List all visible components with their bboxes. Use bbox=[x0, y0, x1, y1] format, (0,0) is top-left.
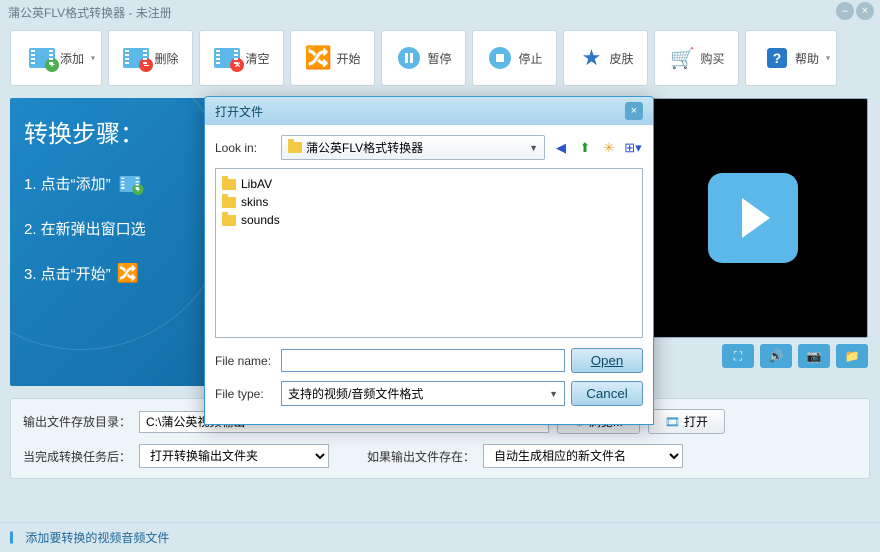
minimize-button[interactable]: – bbox=[836, 2, 854, 20]
pause-icon bbox=[395, 44, 423, 72]
filetype-row: File type: 支持的视频/音频文件格式 ▼ Cancel bbox=[215, 381, 643, 406]
lookin-label: Look in: bbox=[215, 141, 275, 155]
cancel-button[interactable]: Cancel bbox=[571, 381, 643, 406]
file-item[interactable]: sounds bbox=[222, 211, 636, 229]
chevron-down-icon: ▾ bbox=[91, 54, 95, 63]
help-button[interactable]: ? 帮助 ▾ bbox=[745, 30, 837, 86]
file-list[interactable]: LibAV skins sounds bbox=[215, 168, 643, 338]
after-task-select[interactable]: 打开转换输出文件夹 bbox=[139, 444, 329, 468]
file-item[interactable]: LibAV bbox=[222, 175, 636, 193]
pause-label: 暂停 bbox=[427, 50, 451, 67]
status-bar: 添加要转换的视频音频文件 bbox=[0, 522, 880, 552]
shuffle-icon: 🔀 bbox=[304, 44, 332, 72]
filename-label: File name: bbox=[215, 354, 275, 368]
delete-label: 删除 bbox=[154, 50, 178, 67]
pause-button[interactable]: 暂停 bbox=[381, 30, 466, 86]
help-icon: ? bbox=[763, 44, 791, 72]
file-item[interactable]: skins bbox=[222, 193, 636, 211]
cart-icon: 🛒 bbox=[668, 44, 696, 72]
dialog-close-button[interactable]: × bbox=[625, 102, 643, 120]
help-label: 帮助 bbox=[795, 50, 819, 67]
lookin-select[interactable]: 蒲公英FLV格式转换器 ▼ bbox=[281, 135, 545, 160]
shuffle-icon: 🔀 bbox=[117, 263, 139, 284]
buy-label: 购买 bbox=[700, 50, 724, 67]
titlebar: 蒲公英FLV格式转换器 - 未注册 – × bbox=[0, 0, 880, 24]
titlebar-controls: – × bbox=[836, 2, 874, 20]
lookin-row: Look in: 蒲公英FLV格式转换器 ▼ ◀ ⬆ ✳ ⊞▾ bbox=[215, 135, 643, 160]
output-options-row: 当完成转换任务后： 打开转换输出文件夹 如果输出文件存在： 自动生成相应的新文件… bbox=[23, 444, 857, 468]
delete-button[interactable]: – 删除 bbox=[108, 30, 193, 86]
preview-box bbox=[638, 98, 868, 338]
dialog-title-text: 打开文件 bbox=[215, 103, 263, 120]
svg-text:?: ? bbox=[773, 50, 782, 66]
up-button[interactable]: ⬆ bbox=[575, 138, 595, 158]
file-dialog: 打开文件 × Look in: 蒲公英FLV格式转换器 ▼ ◀ ⬆ ✳ ⊞▾ L bbox=[204, 96, 654, 425]
add-label: 添加 bbox=[60, 50, 84, 67]
preview-area: ⛶ 🔊 📷 📁 bbox=[638, 98, 868, 386]
film-add-icon: + bbox=[119, 176, 140, 192]
output-dir-label: 输出文件存放目录： bbox=[23, 413, 131, 430]
fullscreen-button[interactable]: ⛶ bbox=[722, 344, 754, 368]
folder-icon bbox=[222, 197, 236, 208]
film-clear-icon: × bbox=[213, 44, 241, 72]
stop-label: 停止 bbox=[518, 50, 542, 67]
after-task-label: 当完成转换任务后： bbox=[23, 448, 131, 465]
clear-button[interactable]: × 清空 bbox=[199, 30, 284, 86]
film-icon: 🎞 bbox=[665, 415, 680, 429]
add-button[interactable]: + 添加 ▾ bbox=[10, 30, 102, 86]
film-delete-icon: – bbox=[122, 44, 150, 72]
status-text: 添加要转换的视频音频文件 bbox=[25, 531, 169, 545]
view-button[interactable]: ⊞▾ bbox=[623, 138, 643, 158]
dialog-nav-icons: ◀ ⬆ ✳ ⊞▾ bbox=[551, 138, 643, 158]
chevron-down-icon: ▼ bbox=[549, 389, 558, 399]
lookin-value: 蒲公英FLV格式转换器 bbox=[306, 139, 525, 156]
stop-button[interactable]: 停止 bbox=[472, 30, 557, 86]
folder-icon bbox=[222, 179, 236, 190]
chevron-down-icon: ▼ bbox=[529, 143, 538, 153]
open-button[interactable]: Open bbox=[571, 348, 643, 373]
volume-button[interactable]: 🔊 bbox=[760, 344, 792, 368]
stop-icon bbox=[486, 44, 514, 72]
open-output-button[interactable]: 🎞打开 bbox=[648, 409, 725, 434]
back-button[interactable]: ◀ bbox=[551, 138, 571, 158]
filetype-select[interactable]: 支持的视频/音频文件格式 ▼ bbox=[281, 381, 565, 406]
toolbar: + 添加 ▾ – 删除 × 清空 🔀 开始 暂停 停止 ★ 皮肤 🛒 购买 ? … bbox=[0, 24, 880, 92]
dialog-titlebar: 打开文件 × bbox=[205, 97, 653, 125]
chevron-down-icon: ▾ bbox=[826, 54, 830, 63]
snapshot-button[interactable]: 📷 bbox=[798, 344, 830, 368]
star-icon: ★ bbox=[577, 44, 605, 72]
buy-button[interactable]: 🛒 购买 bbox=[654, 30, 739, 86]
folder-icon bbox=[288, 142, 302, 153]
skin-button[interactable]: ★ 皮肤 bbox=[563, 30, 648, 86]
filetype-label: File type: bbox=[215, 387, 275, 401]
filename-input[interactable] bbox=[281, 349, 565, 372]
if-exists-label: 如果输出文件存在： bbox=[367, 448, 475, 465]
play-button[interactable] bbox=[708, 173, 798, 263]
play-icon bbox=[742, 198, 770, 238]
folder-icon bbox=[222, 215, 236, 226]
skin-label: 皮肤 bbox=[609, 50, 633, 67]
new-folder-button[interactable]: ✳ bbox=[599, 138, 619, 158]
start-button[interactable]: 🔀 开始 bbox=[290, 30, 375, 86]
clear-label: 清空 bbox=[245, 50, 269, 67]
close-button[interactable]: × bbox=[856, 2, 874, 20]
film-add-icon: + bbox=[28, 44, 56, 72]
if-exists-select[interactable]: 自动生成相应的新文件名 bbox=[483, 444, 683, 468]
filename-row: File name: Open bbox=[215, 348, 643, 373]
window-title: 蒲公英FLV格式转换器 - 未注册 bbox=[8, 4, 172, 21]
folder-button[interactable]: 📁 bbox=[836, 344, 868, 368]
preview-controls: ⛶ 🔊 📷 📁 bbox=[638, 344, 868, 368]
start-label: 开始 bbox=[336, 50, 360, 67]
